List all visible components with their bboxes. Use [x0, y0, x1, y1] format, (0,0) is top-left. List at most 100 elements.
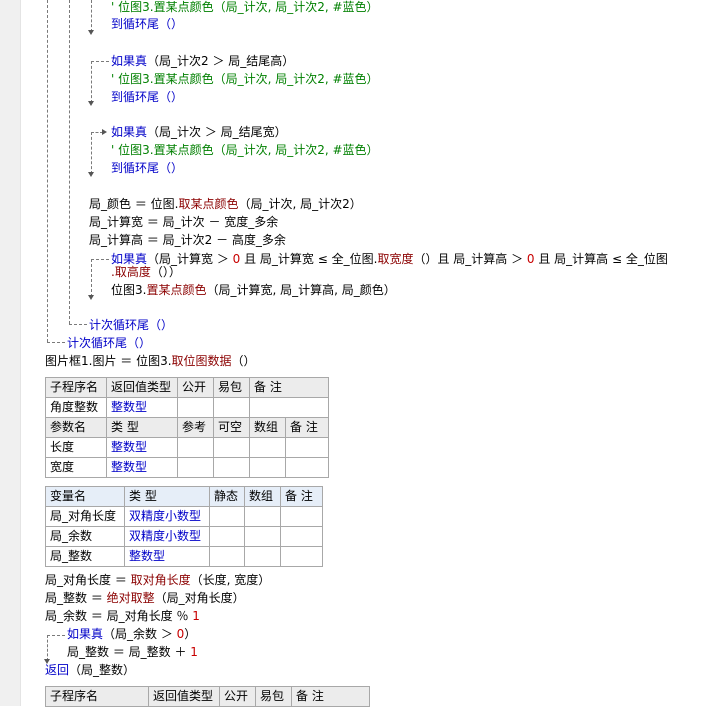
subroutine-table: 子程序名 返回值类型 公开 易包 备 注 角度整数 整数型 参数名 类 型 参考…: [45, 377, 329, 478]
var-static-cell[interactable]: [209, 526, 245, 547]
param-array-cell[interactable]: [249, 437, 286, 458]
var-array-cell[interactable]: [244, 506, 281, 527]
code-line-16[interactable]: 图片框1.图片 ＝ 位图3.取位图数据（）: [45, 353, 256, 369]
var-name-cell[interactable]: 局_余数: [45, 526, 125, 547]
expression: 局_对角长度 ＝: [45, 573, 131, 587]
expression: （长度, 宽度）: [190, 573, 271, 587]
keyword: 到循环尾（）: [111, 17, 184, 31]
param-type-cell[interactable]: 整数型: [106, 437, 178, 458]
table-header-cell: 数组: [249, 417, 286, 438]
table-header-cell: 子程序名: [45, 377, 107, 398]
code-editor[interactable]: ' 位图3.置某点颜色（局_计次, 局_计次2, #蓝色） 到循环尾（） 如果真…: [20, 0, 708, 707]
code-line-15[interactable]: 计次循环尾（）: [67, 335, 151, 351]
param-nullable-cell[interactable]: [213, 457, 250, 478]
code-line-12-wrap[interactable]: .取高度（））: [111, 264, 181, 280]
expression: （局_计算宽, 局_计算高, 局_颜色）: [206, 283, 396, 297]
keyword: 到循环尾（）: [111, 161, 184, 175]
var-type-cell[interactable]: 整数型: [124, 546, 210, 567]
table-row[interactable]: 长度 整数型: [45, 437, 329, 458]
param-ref-cell[interactable]: [177, 437, 214, 458]
param-note-cell[interactable]: [285, 457, 329, 478]
var-name-cell[interactable]: 局_对角长度: [45, 506, 125, 527]
code-line-18[interactable]: 局_整数 ＝ 绝对取整（局_对角长度）: [45, 590, 245, 606]
code-line-1[interactable]: ' 位图3.置某点颜色（局_计次, 局_计次2, #蓝色）: [111, 0, 379, 15]
table-header-cell: 可空: [213, 417, 250, 438]
table-row[interactable]: 宽度 整数型: [45, 457, 329, 478]
expression: 局_余数 ＝ 局_对角长度 ％: [45, 609, 193, 623]
code-line-12[interactable]: 如果真（局_计算宽 ＞ 0 且 局_计算宽 ≤ 全_位图.取宽度（）且 局_计算…: [111, 251, 668, 267]
var-name-cell[interactable]: 局_整数: [45, 546, 125, 567]
expression: 且 局_计算高 ≤ 全_位图: [534, 252, 668, 266]
arrow-down-icon: [88, 172, 94, 177]
param-ref-cell[interactable]: [177, 457, 214, 478]
code-line-3[interactable]: 如果真（局_计次2 ＞ 局_结尾高）: [111, 53, 294, 69]
table-header-cell: 子程序名: [45, 686, 149, 707]
expression: （）: [231, 354, 256, 368]
code-line-10[interactable]: 局_计算宽 ＝ 局_计次 － 宽度_多余: [89, 214, 278, 230]
return-type-cell[interactable]: 整数型: [106, 397, 178, 418]
code-line-11[interactable]: 局_计算高 ＝ 局_计次2 － 高度_多余: [89, 232, 286, 248]
number: 0: [526, 252, 535, 266]
arrow-down-icon: [88, 295, 94, 300]
table-header-cell: 备 注: [280, 486, 323, 507]
table-header-cell: 易包: [255, 686, 292, 707]
var-type-cell[interactable]: 双精度小数型: [124, 526, 210, 547]
guide-if-1: [91, 0, 92, 32]
table-header-cell: 参数名: [45, 417, 107, 438]
note-cell[interactable]: [249, 397, 329, 418]
expression: ）: [184, 627, 197, 641]
expression: （局_整数）: [69, 663, 136, 677]
param-note-cell[interactable]: [285, 437, 329, 458]
param-name-cell[interactable]: 宽度: [45, 457, 107, 478]
param-type-cell[interactable]: 整数型: [106, 457, 178, 478]
code-line-20[interactable]: 如果真（局_余数 ＞ 0）: [67, 626, 196, 642]
var-array-cell[interactable]: [244, 526, 281, 547]
var-note-cell[interactable]: [280, 506, 323, 527]
param-array-cell[interactable]: [249, 457, 286, 478]
var-note-cell[interactable]: [280, 546, 323, 567]
code-line-4[interactable]: ' 位图3.置某点颜色（局_计次, 局_计次2, #蓝色）: [111, 71, 379, 87]
param-nullable-cell[interactable]: [213, 437, 250, 458]
var-type-cell[interactable]: 双精度小数型: [124, 506, 210, 527]
code-line-22[interactable]: 返回（局_整数）: [45, 662, 135, 678]
number: 1: [192, 609, 200, 623]
code-line-8[interactable]: 到循环尾（）: [111, 160, 183, 176]
code-line-19[interactable]: 局_余数 ＝ 局_对角长度 ％ 1: [45, 608, 200, 624]
table-header-cell: 公开: [219, 686, 256, 707]
table-header-cell: 参考: [177, 417, 214, 438]
var-static-cell[interactable]: [209, 546, 245, 567]
table-row[interactable]: 角度整数 整数型: [45, 397, 329, 418]
param-name-cell[interactable]: 长度: [45, 437, 107, 458]
public-cell[interactable]: [177, 397, 214, 418]
code-line-6[interactable]: 如果真（局_计次 ＞ 局_结尾宽）: [111, 124, 287, 140]
expression: 局_整数 ＝: [45, 591, 107, 605]
table-row[interactable]: 局_余数 双精度小数型: [45, 526, 323, 547]
arrow-right-icon: [102, 129, 107, 135]
code-line-13[interactable]: 位图3.置某点颜色（局_计算宽, 局_计算高, 局_颜色）: [111, 282, 396, 298]
var-array-cell[interactable]: [244, 546, 281, 567]
keyword: 计次循环尾（）: [67, 336, 152, 350]
pack-cell[interactable]: [213, 397, 250, 418]
code-line-7[interactable]: ' 位图3.置某点颜色（局_计次, 局_计次2, #蓝色）: [111, 142, 379, 158]
code-line-2[interactable]: 到循环尾（）: [111, 16, 183, 32]
code-line-17[interactable]: 局_对角长度 ＝ 取对角长度（长度, 宽度）: [45, 572, 270, 588]
comment: ' 位图3.置某点颜色（局_计次, 局_计次2, #蓝色）: [111, 0, 379, 14]
keyword: 返回: [45, 663, 70, 677]
table-header-cell: 类 型: [106, 417, 178, 438]
code-line-21[interactable]: 局_整数 ＝ 局_整数 ＋ 1: [67, 644, 198, 660]
table-row[interactable]: 局_整数 整数型: [45, 546, 323, 567]
expression: 图片框1.图片 ＝ 位图3.: [45, 354, 172, 368]
code-line-9[interactable]: 局_颜色 ＝ 位图.取某点颜色（局_计次, 局_计次2）: [89, 196, 362, 212]
guide-if-4-start: [91, 259, 109, 260]
code-line-5[interactable]: 到循环尾（）: [111, 89, 183, 105]
expression: （）且 局_计算高 ＞: [413, 252, 527, 266]
var-static-cell[interactable]: [209, 506, 245, 527]
subroutine-name-cell[interactable]: 角度整数: [45, 397, 107, 418]
table-row[interactable]: 局_对角长度 双精度小数型: [45, 506, 323, 527]
table-header-cell: 备 注: [285, 417, 329, 438]
table-header-cell: 数组: [244, 486, 281, 507]
var-note-cell[interactable]: [280, 526, 323, 547]
arrow-down-icon: [88, 101, 94, 106]
comment: ' 位图3.置某点颜色（局_计次, 局_计次2, #蓝色）: [111, 143, 379, 157]
code-line-14[interactable]: 计次循环尾（）: [89, 317, 173, 333]
